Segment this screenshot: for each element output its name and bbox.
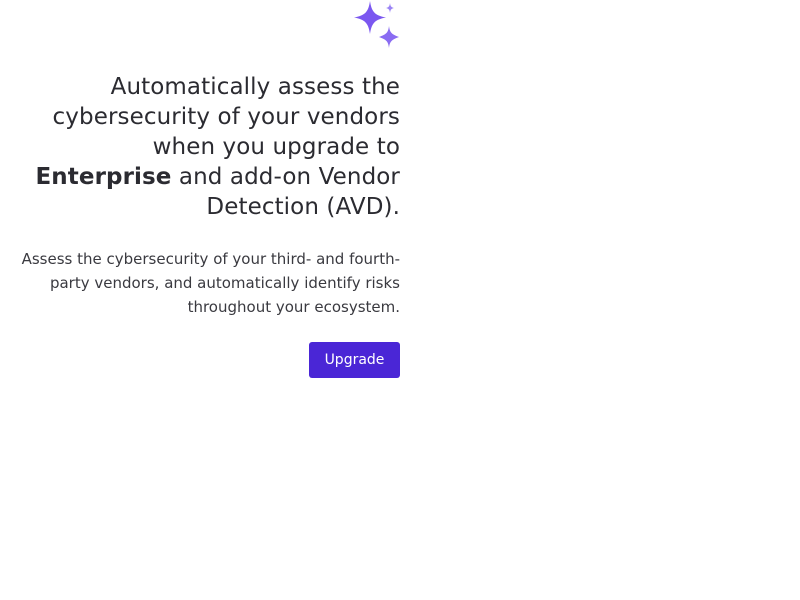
headline-plan-name: Enterprise (35, 164, 172, 190)
upgrade-button[interactable]: Upgrade (309, 342, 400, 378)
sparkles-icon (354, 1, 399, 48)
promo-description: Assess the cybersecurity of your third- … (21, 250, 400, 316)
headline-text-end: and add-on Vendor Detection (AVD). (171, 164, 400, 220)
headline-text-start: Automatically assess the cybersecurity o… (52, 74, 400, 160)
promo-headline: Automatically assess the cybersecurity o… (10, 72, 400, 222)
